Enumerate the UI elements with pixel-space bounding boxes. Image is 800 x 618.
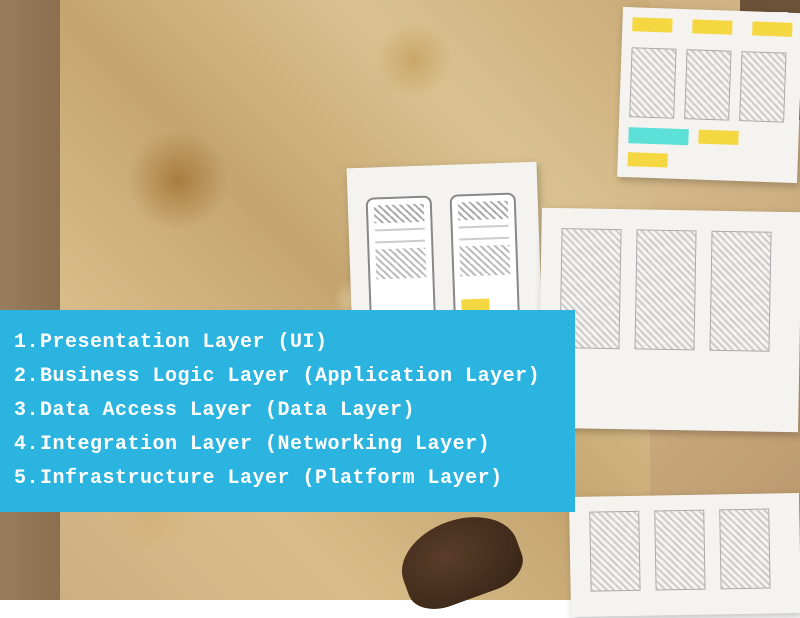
sticky-note-yellow bbox=[692, 19, 732, 34]
list-item: Data Access Layer (Data Layer) bbox=[14, 394, 561, 428]
wireframe-sheet-right bbox=[538, 208, 800, 433]
list-item: Infrastructure Layer (Platform Layer) bbox=[14, 462, 561, 496]
wireframe-sheet-top-right bbox=[617, 7, 800, 183]
sticky-note-cyan bbox=[628, 127, 689, 145]
sticky-note-yellow bbox=[698, 130, 738, 145]
sticky-note-yellow bbox=[632, 17, 672, 32]
wireframe-box bbox=[684, 49, 731, 121]
sticky-note-yellow bbox=[752, 21, 792, 36]
wireframe-box bbox=[589, 511, 640, 592]
wireframe-column bbox=[709, 231, 771, 352]
list-item: Business Logic Layer (Application Layer) bbox=[14, 360, 561, 394]
wireframe-column bbox=[634, 229, 696, 350]
wireframe-box bbox=[654, 510, 705, 591]
wireframe-box bbox=[739, 51, 786, 123]
list-item: Integration Layer (Networking Layer) bbox=[14, 428, 561, 462]
list-item: Presentation Layer (UI) bbox=[14, 326, 561, 360]
wireframe-box bbox=[719, 509, 770, 590]
wireframe-box bbox=[629, 47, 676, 119]
architecture-layers-list: Presentation Layer (UI) Business Logic L… bbox=[14, 326, 561, 496]
phone-mockup bbox=[366, 195, 436, 327]
wireframe-sheet-bottom bbox=[569, 493, 800, 617]
sticky-note-yellow bbox=[627, 152, 667, 167]
layers-text-panel: Presentation Layer (UI) Business Logic L… bbox=[0, 310, 575, 512]
